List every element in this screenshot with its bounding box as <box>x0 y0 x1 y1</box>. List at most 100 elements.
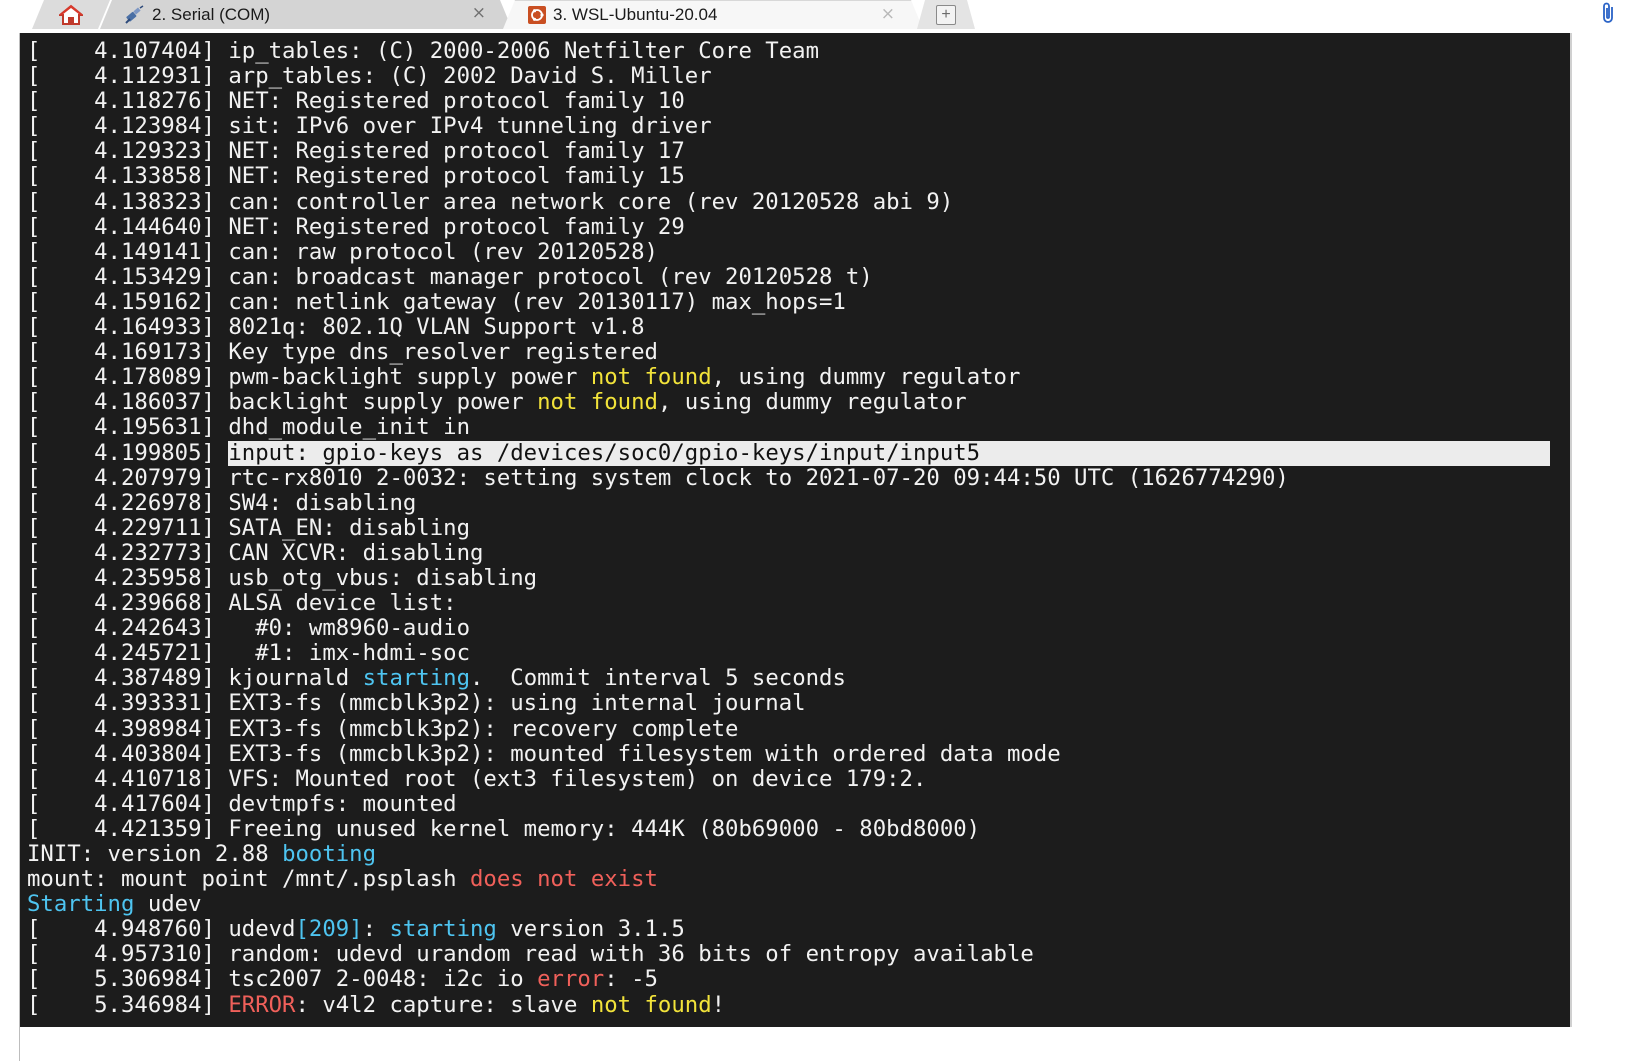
terminal-lines: [ 4.107404] ip_tables: (C) 2000-2006 Net… <box>27 38 1551 1018</box>
terminal-line: [ 4.239668] ALSA device list: <box>27 591 1550 616</box>
terminal-line: Starting udev <box>27 892 1550 917</box>
terminal-text: [ 4.118276] NET: Registered protocol fam… <box>27 88 685 115</box>
tab-bar: 2. Serial (COM) × 3. WSL-Ubuntu-20.04 × … <box>0 0 1627 33</box>
terminal-text: [ 4.957310] random: udevd urandom read w… <box>27 941 1034 968</box>
terminal-line: [ 4.164933] 8021q: 802.1Q VLAN Support v… <box>27 314 1550 341</box>
terminal-text: : -5 <box>604 966 658 993</box>
terminal-line: [ 4.153429] can: broadcast manager proto… <box>27 263 1550 290</box>
terminal-text: [209] <box>295 916 363 943</box>
terminal-line: [ 4.133858] NET: Registered protocol fam… <box>27 164 1550 189</box>
new-tab-button[interactable]: + <box>917 0 975 29</box>
terminal-line: [ 4.421359] Freeing unused kernel memory… <box>27 815 1550 842</box>
terminal-text: [ 4.195631] dhd_module_init in <box>27 414 470 441</box>
terminal-text: [ 4.207979] rtc-rx8010 2-0032: setting s… <box>27 464 1289 491</box>
serial-plug-icon <box>124 5 146 25</box>
terminal-line: [ 4.226978] SW4: disabling <box>27 489 1550 516</box>
terminal-text: [ 4.235958] usb_otg_vbus: disabling <box>27 564 538 591</box>
scrollbar[interactable] <box>1570 33 1627 1061</box>
terminal-text: [ 4.107404] ip_tables: (C) 2000-2006 Net… <box>27 38 820 64</box>
terminal-line: [ 4.235958] usb_otg_vbus: disabling <box>27 564 1550 591</box>
terminal-line: [ 5.346984] ERROR: v4l2 capture: slave n… <box>27 991 1550 1018</box>
terminal-line: [ 4.948760] udevd[209]: starting version… <box>27 917 1550 942</box>
terminal-text: [ 4.403804] EXT3-fs (mmcblk3p2): mounted… <box>27 740 1061 767</box>
terminal-line: [ 4.138323] can: controller area network… <box>27 188 1550 215</box>
attachment-icon[interactable] <box>1601 2 1617 31</box>
terminal-text: [ 4.245721] #1: imx-hdmi-soc <box>27 640 470 667</box>
terminal-text: [ 4.129323] NET: Registered protocol fam… <box>27 138 685 165</box>
terminal-line: [ 4.129323] NET: Registered protocol fam… <box>27 139 1550 164</box>
terminal-text: [ 4.398984] EXT3-fs (mmcblk3p2): recover… <box>27 715 739 742</box>
terminal-text: [ 4.199805] <box>27 439 229 466</box>
tab-wsl-ubuntu[interactable]: 3. WSL-Ubuntu-20.04 × <box>503 0 923 29</box>
close-icon[interactable]: × <box>472 3 486 23</box>
scrollbar-track[interactable] <box>1570 33 1572 1027</box>
tab-serial-com[interactable]: 2. Serial (COM) × <box>100 0 512 29</box>
terminal-text: : v4l2 capture: slave <box>295 991 591 1018</box>
terminal-text: [ 5.346984] <box>27 991 229 1018</box>
tab-serial-label: 2. Serial (COM) <box>152 4 271 24</box>
terminal-text: [ 4.421359] Freeing unused kernel memory… <box>27 815 981 842</box>
terminal-text: [ 4.164933] 8021q: 802.1Q VLAN Support v… <box>27 314 645 341</box>
terminal-text: version 3.1.5 <box>496 916 685 943</box>
terminal-text: [ 4.948760] udevd <box>27 916 296 943</box>
terminal-text: [ 4.159162] can: netlink gateway (rev 20… <box>27 288 846 315</box>
terminal-text: [ 5.306984] tsc2007 2-0048: i2c io <box>27 966 538 993</box>
terminal-text: [ 4.133858] NET: Registered protocol fam… <box>27 163 685 190</box>
terminal-text: starting <box>389 916 497 943</box>
terminal-line: [ 4.118276] NET: Registered protocol fam… <box>27 89 1550 114</box>
terminal-text: [ 4.138323] can: controller area network… <box>27 188 954 215</box>
terminal-text: [ 4.393331] EXT3-fs (mmcblk3p2): using i… <box>27 690 806 717</box>
terminal-line: [ 4.403804] EXT3-fs (mmcblk3p2): mounted… <box>27 740 1550 767</box>
terminal-line: [ 4.245721] #1: imx-hdmi-soc <box>27 641 1550 666</box>
terminal-line: [ 4.169173] Key type dns_resolver regist… <box>27 340 1550 365</box>
terminal-text: , using dummy regulator <box>657 389 967 416</box>
terminal-line: [ 4.232773] CAN XCVR: disabling <box>27 539 1550 566</box>
terminal-text: [ 4.186037] backlight supply power <box>27 389 538 416</box>
terminal-text: . Commit interval 5 seconds <box>470 665 846 692</box>
terminal-text: [ 4.232773] CAN XCVR: disabling <box>27 539 484 566</box>
terminal-line: [ 4.186037] backlight supply power not f… <box>27 390 1550 415</box>
terminal-line: [ 4.144640] NET: Registered protocol fam… <box>27 213 1550 240</box>
terminal-line: [ 4.195631] dhd_module_init in <box>27 415 1550 440</box>
terminal-text: not found <box>590 364 712 391</box>
terminal-line: [ 5.306984] tsc2007 2-0048: i2c io error… <box>27 967 1550 992</box>
terminal-text: [ 4.144640] NET: Registered protocol fam… <box>27 213 685 240</box>
tab-home[interactable] <box>32 0 110 29</box>
terminal-line: [ 4.387489] kjournald starting. Commit i… <box>27 666 1550 691</box>
terminal-text: [ 4.239668] ALSA device list: <box>27 590 457 617</box>
terminal-line: [ 4.107404] ip_tables: (C) 2000-2006 Net… <box>27 38 1550 64</box>
terminal-text: ! <box>711 991 726 1018</box>
terminal-text: booting <box>282 841 377 867</box>
terminal-line: [ 4.393331] EXT3-fs (mmcblk3p2): using i… <box>27 691 1550 716</box>
terminal-line: [ 4.123984] sit: IPv6 over IPv4 tunnelin… <box>27 114 1550 139</box>
terminal-line: [ 4.199805] input: gpio-keys as /devices… <box>27 439 1551 466</box>
home-icon <box>59 4 83 26</box>
terminal-text: [ 4.153429] can: broadcast manager proto… <box>27 263 873 290</box>
terminal-text: does not exist <box>470 866 658 893</box>
terminal-text: ERROR <box>228 991 296 1018</box>
close-icon[interactable]: × <box>881 4 895 24</box>
terminal-text: not found <box>537 389 658 416</box>
left-gutter <box>0 33 20 1061</box>
terminal-text: error <box>537 966 605 993</box>
terminal-text: [ 4.226978] SW4: disabling <box>27 489 417 516</box>
terminal-bottom-margin <box>20 1027 1570 1061</box>
terminal-text: [ 4.387489] kjournald <box>27 665 363 692</box>
terminal-text: [ 4.123984] sit: IPv6 over IPv4 tunnelin… <box>27 113 712 140</box>
terminal-text: [ 4.410718] VFS: Mounted root (ext3 file… <box>27 765 927 792</box>
terminal-app-window: 2. Serial (COM) × 3. WSL-Ubuntu-20.04 × … <box>0 0 1627 1061</box>
terminal-text: [ 4.417604] devtmpfs: mounted <box>27 790 457 817</box>
terminal-text: [ 4.149141] can: raw protocol (rev 20120… <box>27 238 658 265</box>
terminal-text: [ 4.229711] SATA_EN: disabling <box>27 514 470 541</box>
plus-icon: + <box>936 5 956 25</box>
terminal-line: [ 4.178089] pwm-backlight supply power n… <box>27 365 1550 390</box>
terminal-line: [ 4.207979] rtc-rx8010 2-0032: setting s… <box>27 464 1550 491</box>
tab-wsl-label: 3. WSL-Ubuntu-20.04 <box>553 5 718 24</box>
terminal-text: [ 4.242643] #0: wm8960-audio <box>27 615 470 642</box>
terminal-line: [ 4.410718] VFS: Mounted root (ext3 file… <box>27 765 1550 792</box>
terminal-line: [ 4.112931] arp_tables: (C) 2002 David S… <box>27 64 1550 89</box>
terminal-output[interactable]: [ 4.107404] ip_tables: (C) 2000-2006 Net… <box>20 33 1570 1027</box>
terminal-line: INIT: version 2.88 booting <box>27 841 1550 867</box>
terminal-line: [ 4.417604] devtmpfs: mounted <box>27 790 1550 817</box>
terminal-line: [ 4.159162] can: netlink gateway (rev 20… <box>27 288 1550 315</box>
